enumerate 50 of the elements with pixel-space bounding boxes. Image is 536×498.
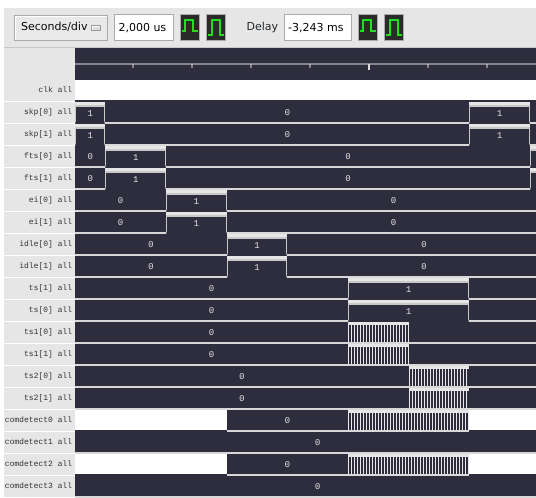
- signal-value: 0: [345, 153, 351, 162]
- signal-value: 0: [118, 197, 124, 206]
- delay-field[interactable]: -3,243 ms: [284, 14, 352, 41]
- signal-value: 0: [87, 153, 93, 162]
- signal-value: 0: [148, 263, 154, 272]
- signal-value: 0: [208, 329, 214, 338]
- signal-value: 1: [254, 242, 260, 250]
- timebase-field[interactable]: 2,000 us: [114, 14, 174, 41]
- pulse-icon: [385, 15, 404, 40]
- signal-value: 1: [194, 220, 200, 228]
- signal-value: 1: [254, 264, 260, 272]
- trigger-edge-button[interactable]: [384, 14, 404, 41]
- signal-value: 1: [87, 132, 93, 140]
- signal-value: 0: [284, 417, 290, 426]
- signal-value: 1: [406, 308, 412, 316]
- signal-value: 1: [496, 110, 502, 118]
- timebase-dropdown[interactable]: Seconds/div: [14, 14, 108, 40]
- signal-value: 0: [208, 351, 214, 360]
- low-trace: [469, 388, 536, 410]
- signal-value: 0: [421, 263, 426, 272]
- signal-value: 0: [314, 439, 320, 448]
- signal-value: 1: [406, 286, 412, 294]
- signal-value: 0: [314, 483, 320, 492]
- signal-value: 0: [239, 395, 245, 404]
- signal-value: 0: [239, 373, 245, 382]
- signal-value: 0: [390, 197, 396, 206]
- signal-value: 0: [208, 285, 214, 294]
- signal-value: 1: [194, 198, 200, 206]
- signal-value: 0: [390, 219, 396, 228]
- pulse-icon: [181, 15, 200, 40]
- trigger-edge-button[interactable]: [358, 14, 378, 41]
- signal-value: 0: [284, 131, 290, 140]
- signal-value: 0: [208, 307, 214, 316]
- pulse-icon: [207, 15, 226, 40]
- trigger-edge-button[interactable]: [180, 14, 200, 41]
- dropdown-indicator-icon: [91, 24, 102, 30]
- signal-value: 0: [421, 241, 426, 250]
- signal-value: 0: [118, 219, 124, 228]
- signal-value: 1: [496, 132, 502, 140]
- signal-value: 1: [132, 154, 138, 162]
- signal-value: 0: [148, 241, 154, 250]
- pulse-icon: [359, 15, 378, 40]
- signal-value: 1: [132, 176, 138, 184]
- signal-value: 1: [87, 110, 93, 118]
- trigger-edge-button[interactable]: [206, 14, 226, 41]
- delay-label: Delay: [246, 19, 278, 36]
- signal-value: 0: [284, 461, 290, 470]
- signal-value: 0: [284, 109, 290, 118]
- signal-value: 0: [87, 175, 93, 184]
- signal-value: 0: [345, 175, 351, 184]
